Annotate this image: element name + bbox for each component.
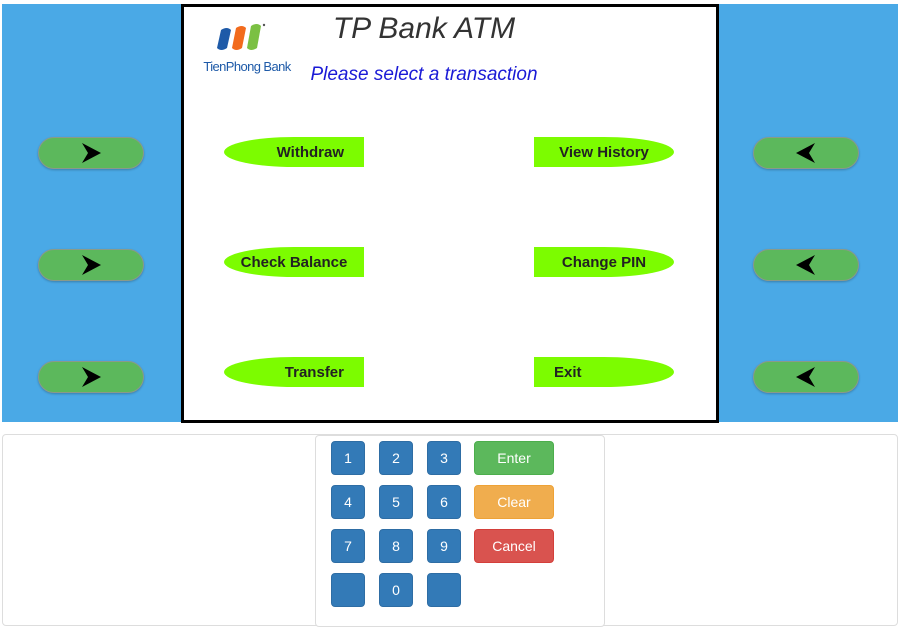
arrow-right-icon (82, 255, 101, 275)
key-1[interactable]: 1 (331, 441, 365, 475)
key-blank-left[interactable] (331, 573, 365, 607)
key-2[interactable]: 2 (379, 441, 413, 475)
key-8[interactable]: 8 (379, 529, 413, 563)
arrow-right-icon (82, 367, 101, 387)
screen-title: TP Bank ATM (332, 12, 516, 45)
arrow-left-icon (796, 255, 815, 275)
key-9[interactable]: 9 (427, 529, 461, 563)
key-6[interactable]: 6 (427, 485, 461, 519)
option-withdraw[interactable]: Withdraw (224, 137, 364, 167)
key-7[interactable]: 7 (331, 529, 365, 563)
arrow-left-icon (796, 143, 815, 163)
logo-text: TienPhong Bank (197, 59, 297, 74)
option-check-balance[interactable]: Check Balance (224, 247, 364, 277)
screen-prompt: Please select a transaction (310, 64, 538, 85)
key-5[interactable]: 5 (379, 485, 413, 519)
logo-text-label: TienPhong Bank (203, 59, 291, 74)
atm-screen: TienPhong Bank TP Bank ATM Please select… (181, 4, 719, 423)
right-side-button-3[interactable] (753, 361, 859, 393)
arrow-right-icon (82, 143, 101, 163)
left-side-panel (2, 4, 182, 422)
option-exit[interactable]: Exit (534, 357, 674, 387)
clear-button[interactable]: Clear (474, 485, 554, 519)
key-3[interactable]: 3 (427, 441, 461, 475)
bank-logo: TienPhong Bank (197, 16, 297, 76)
left-side-button-2[interactable] (38, 249, 144, 281)
option-view-history[interactable]: View History (534, 137, 674, 167)
cancel-button[interactable]: Cancel (474, 529, 554, 563)
key-0[interactable]: 0 (379, 573, 413, 607)
left-side-button-3[interactable] (38, 361, 144, 393)
right-side-panel (715, 4, 898, 422)
right-side-button-2[interactable] (753, 249, 859, 281)
option-transfer[interactable]: Transfer (224, 357, 364, 387)
right-side-button-1[interactable] (753, 137, 859, 169)
left-side-button-1[interactable] (38, 137, 144, 169)
arrow-left-icon (796, 367, 815, 387)
key-blank-right[interactable] (427, 573, 461, 607)
bank-logo-mark (217, 23, 266, 50)
key-4[interactable]: 4 (331, 485, 365, 519)
enter-button[interactable]: Enter (474, 441, 554, 475)
option-change-pin[interactable]: Change PIN (534, 247, 674, 277)
